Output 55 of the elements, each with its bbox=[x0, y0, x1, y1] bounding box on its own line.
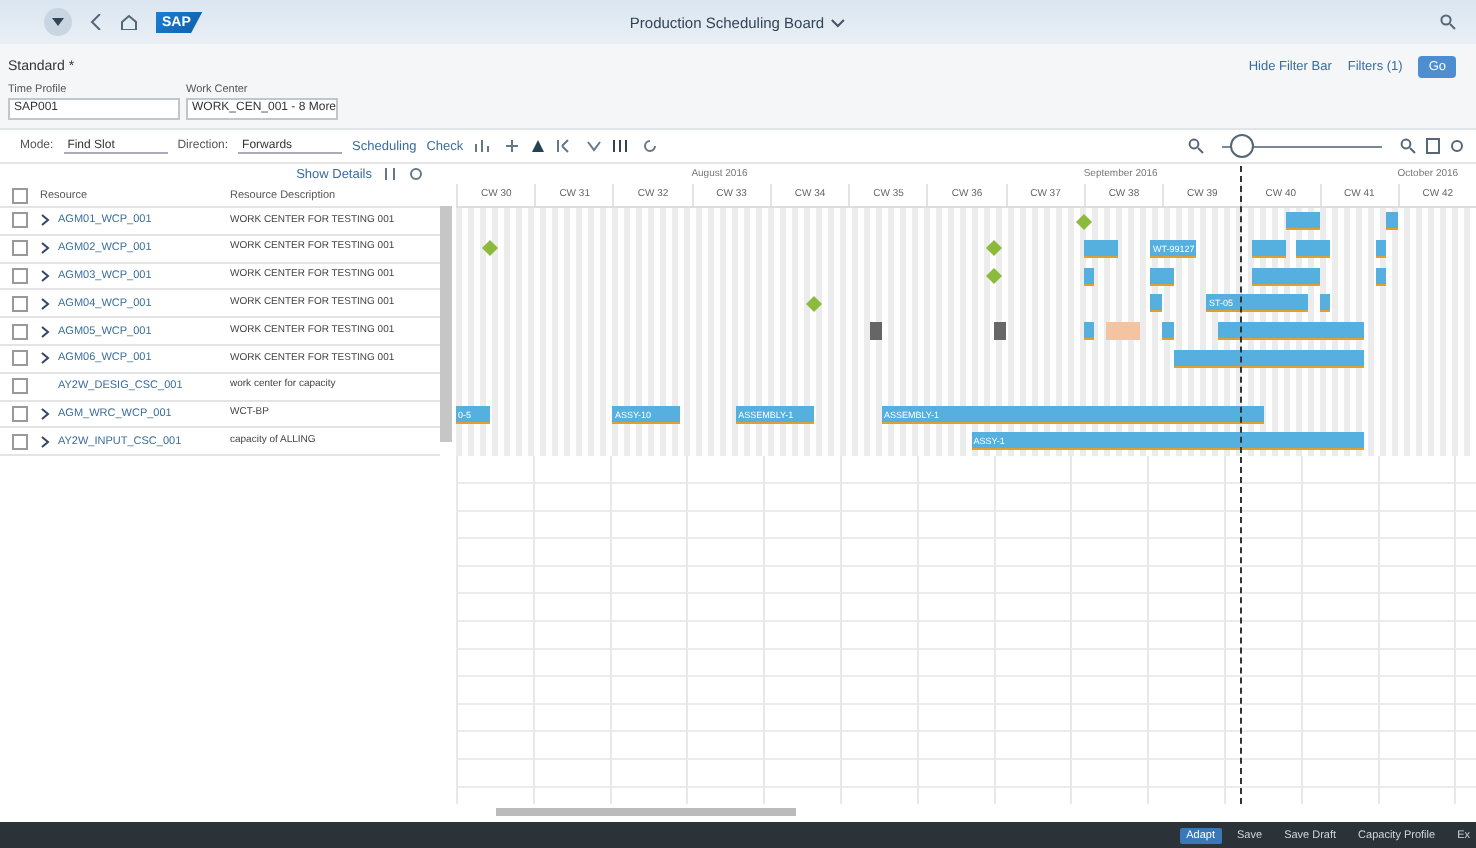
chart-icon[interactable] bbox=[473, 138, 494, 154]
order-bar[interactable] bbox=[1319, 294, 1331, 313]
row-checkbox[interactable] bbox=[12, 350, 28, 367]
expand-icon[interactable] bbox=[40, 407, 50, 420]
caret-icon[interactable] bbox=[830, 17, 847, 27]
triangle-icon[interactable] bbox=[529, 138, 546, 154]
milestone-icon[interactable] bbox=[481, 240, 498, 257]
order-bar[interactable] bbox=[1083, 322, 1095, 341]
chevron-icon[interactable] bbox=[585, 138, 602, 154]
row-checkbox[interactable] bbox=[12, 405, 28, 422]
sort-icon[interactable] bbox=[382, 166, 398, 182]
planned-bar[interactable] bbox=[1106, 322, 1140, 341]
columns-icon[interactable] bbox=[611, 138, 632, 154]
milestone-icon[interactable] bbox=[1075, 213, 1092, 229]
plus-icon[interactable] bbox=[503, 138, 520, 154]
order-bar[interactable] bbox=[1150, 294, 1163, 313]
caret-icon bbox=[52, 18, 64, 26]
downtime-bar[interactable] bbox=[994, 322, 1006, 341]
order-bar[interactable] bbox=[1375, 267, 1387, 286]
row-checkbox[interactable] bbox=[12, 433, 28, 450]
expand-icon[interactable] bbox=[40, 435, 50, 448]
zoom-in-icon[interactable] bbox=[1400, 138, 1416, 154]
order-bar[interactable] bbox=[1285, 212, 1320, 230]
expand-icon[interactable] bbox=[40, 325, 50, 338]
row-checkbox[interactable] bbox=[12, 295, 28, 312]
settings-icon[interactable] bbox=[1450, 138, 1464, 154]
expand-icon[interactable] bbox=[40, 352, 50, 365]
zoom-slider[interactable] bbox=[1222, 134, 1382, 158]
downtime-bar[interactable] bbox=[870, 322, 882, 341]
copy-icon[interactable] bbox=[1426, 138, 1440, 154]
order-bar[interactable] bbox=[1375, 239, 1387, 258]
home-icon[interactable] bbox=[120, 14, 138, 30]
settings-icon[interactable] bbox=[408, 166, 424, 182]
order-bar[interactable] bbox=[1162, 322, 1174, 341]
row-checkbox[interactable] bbox=[12, 240, 28, 257]
menu-button[interactable] bbox=[44, 8, 72, 36]
expand-icon[interactable] bbox=[40, 242, 50, 255]
zoom-out-icon[interactable] bbox=[1188, 138, 1204, 154]
select-all-checkbox[interactable] bbox=[12, 187, 28, 203]
milestone-icon[interactable] bbox=[806, 295, 823, 312]
scrollbar[interactable] bbox=[440, 206, 452, 442]
order-bar[interactable] bbox=[1296, 322, 1364, 341]
order-bar[interactable] bbox=[1083, 267, 1095, 286]
row-checkbox[interactable] bbox=[12, 323, 28, 340]
order-bar[interactable] bbox=[1218, 322, 1297, 341]
refresh-icon[interactable] bbox=[641, 138, 658, 154]
expand-icon[interactable] bbox=[40, 269, 50, 282]
scrollbar[interactable] bbox=[496, 808, 796, 816]
expand-icon[interactable] bbox=[40, 297, 50, 310]
search-icon[interactable] bbox=[1440, 14, 1456, 30]
back-icon[interactable] bbox=[90, 14, 102, 30]
row-checkbox[interactable] bbox=[12, 212, 28, 229]
row-checkbox[interactable] bbox=[12, 378, 28, 395]
row-checkbox[interactable] bbox=[12, 267, 28, 284]
expand-icon[interactable] bbox=[40, 214, 50, 227]
